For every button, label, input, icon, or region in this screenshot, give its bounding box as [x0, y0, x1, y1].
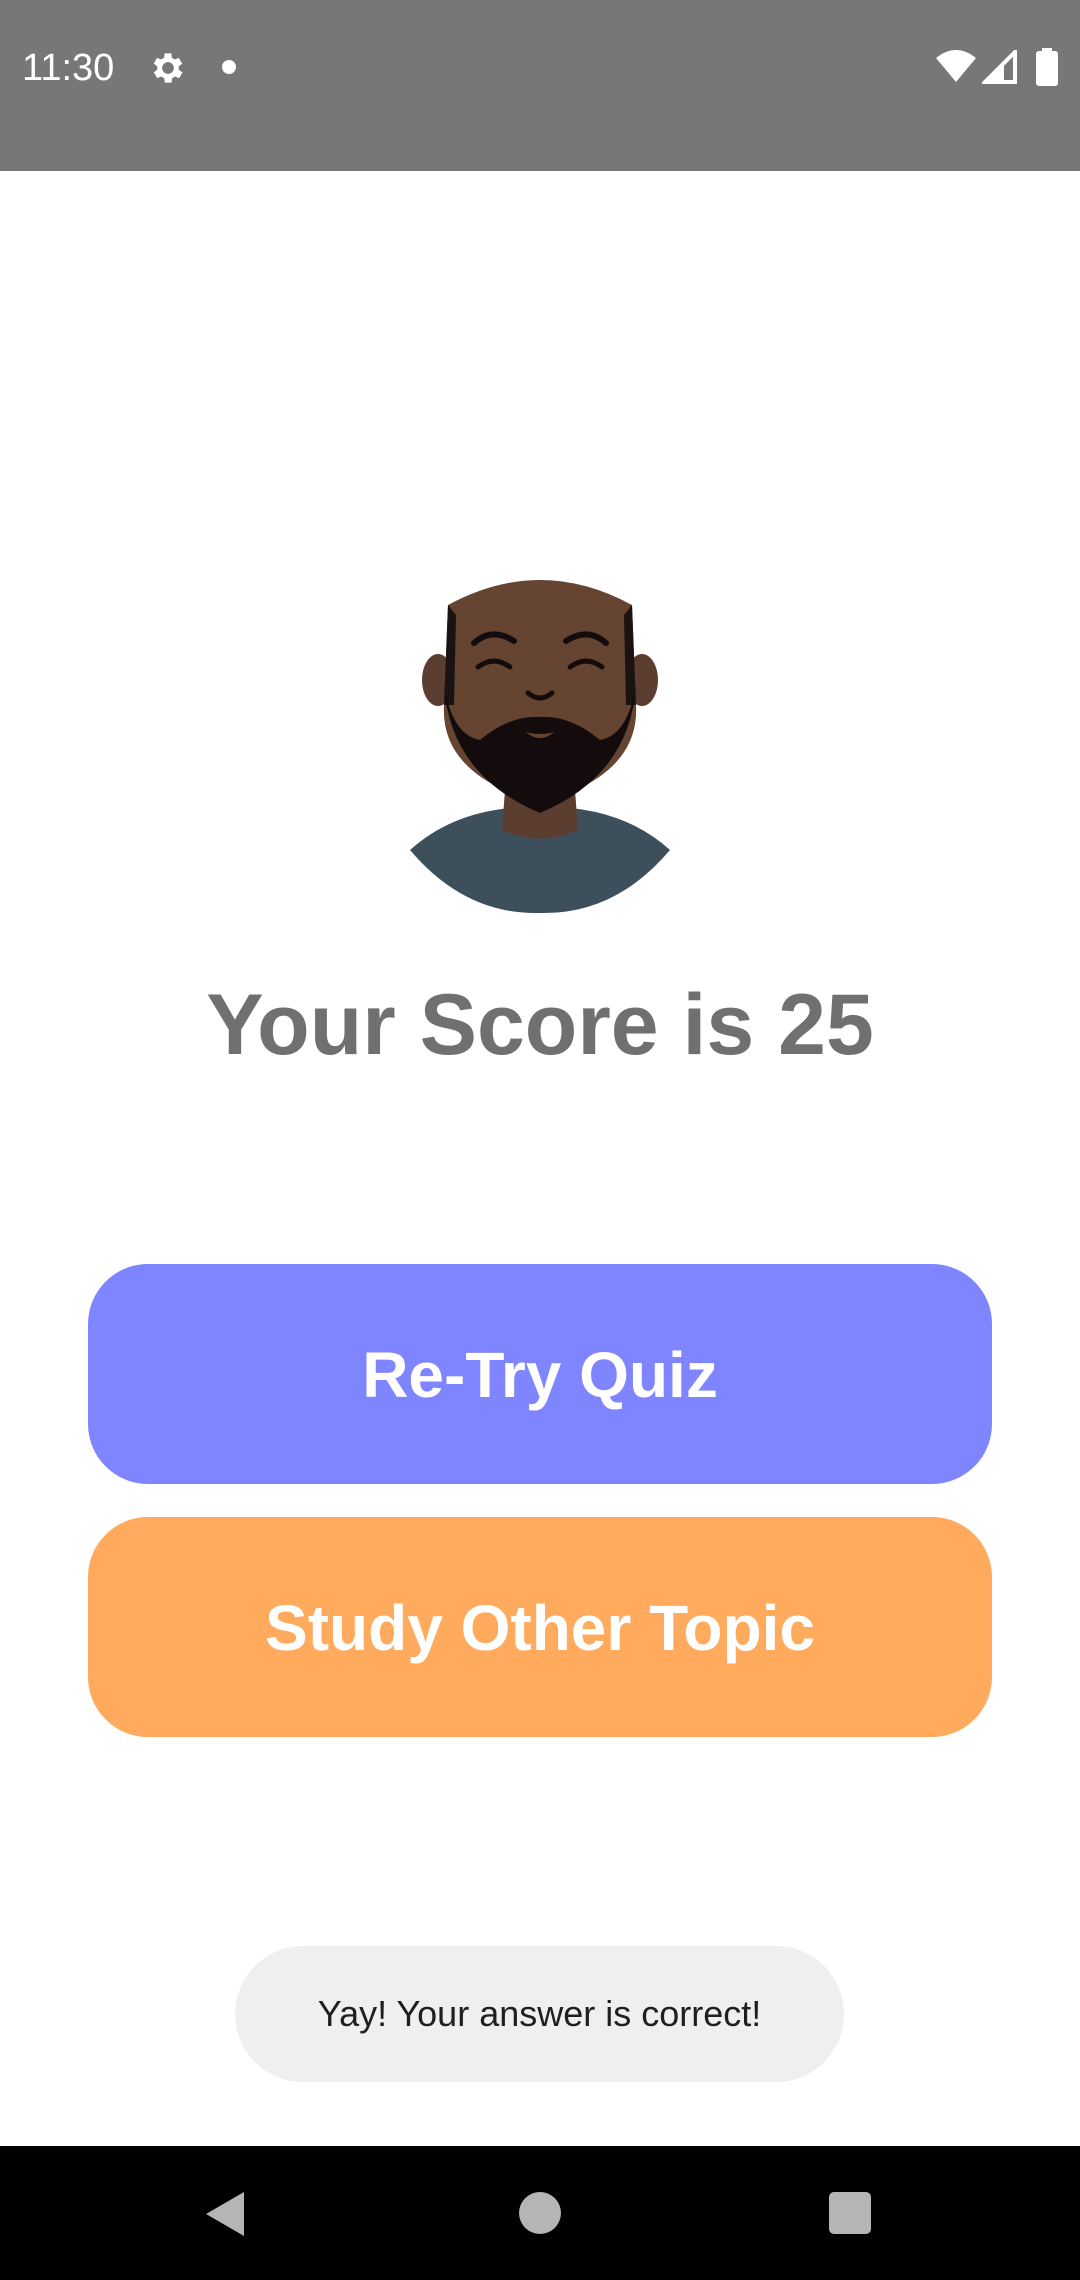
wifi-icon: [936, 50, 976, 82]
back-icon[interactable]: [204, 2190, 246, 2238]
notification-dot-icon: [222, 60, 236, 74]
gear-icon: [153, 53, 183, 83]
battery-icon: [1036, 48, 1058, 86]
score-text: Your Score is 25: [206, 977, 874, 1073]
navigation-bar: [0, 2146, 1080, 2280]
home-icon[interactable]: [519, 2192, 561, 2234]
study-other-topic-button[interactable]: Study Other Topic: [88, 1517, 992, 1737]
quiz-result-screen: 11:30 Your Score is 25 Re-Try Quiz Study…: [0, 0, 1080, 2280]
signal-icon: [982, 50, 1017, 84]
retry-quiz-button[interactable]: Re-Try Quiz: [88, 1264, 992, 1484]
avatar-illustration: [410, 580, 670, 914]
recents-icon[interactable]: [829, 2192, 871, 2234]
status-bar: 11:30: [0, 0, 1080, 171]
status-time: 11:30: [22, 47, 115, 89]
toast-message: Yay! Your answer is correct!: [235, 1946, 844, 2082]
